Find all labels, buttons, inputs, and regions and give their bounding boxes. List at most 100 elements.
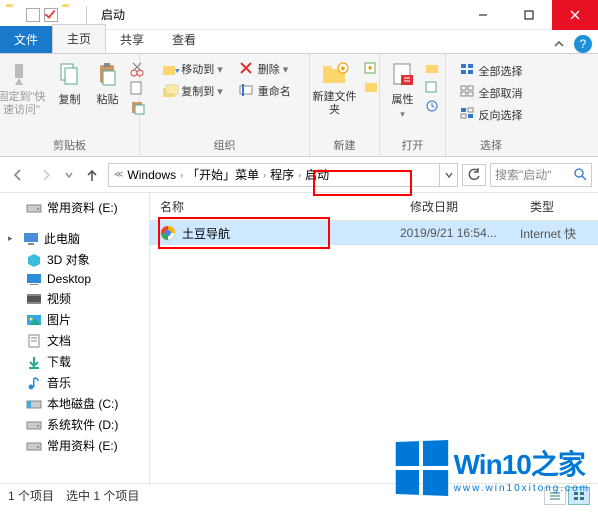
select-none-icon	[460, 85, 476, 101]
tree-item[interactable]: 文档	[0, 330, 149, 351]
select-group-label: 选择	[452, 135, 530, 156]
close-button[interactable]	[552, 0, 598, 30]
ribbon-tabs: 文件 主页 共享 查看 ?	[0, 30, 598, 54]
clipboard-group-label: 剪贴板	[6, 135, 133, 156]
tree-item[interactable]: 本地磁盘 (C:)	[0, 393, 149, 414]
move-to-button[interactable]: 移动到▾ 删除▾	[162, 61, 291, 77]
easy-access-icon[interactable]	[363, 80, 379, 96]
minimize-button[interactable]	[460, 0, 506, 30]
file-icon	[160, 225, 176, 241]
nav-up-button[interactable]	[80, 163, 104, 187]
breadcrumb-item[interactable]: Windows	[124, 168, 179, 182]
svg-text:✦: ✦	[366, 63, 374, 73]
tree-item[interactable]: 常用资料 (E:)	[0, 435, 149, 456]
move-to-icon	[162, 61, 178, 77]
tab-file[interactable]: 文件	[0, 26, 52, 53]
breadcrumb-item[interactable]: 启动	[302, 166, 332, 183]
new-group-label: 新建	[316, 135, 373, 156]
downloads-icon	[26, 355, 42, 369]
nav-recent-button[interactable]	[62, 163, 76, 187]
icons-view-button[interactable]	[568, 487, 590, 505]
search-icon	[574, 168, 587, 181]
tree-item[interactable]: 音乐	[0, 372, 149, 393]
tree-item[interactable]: 图片	[0, 309, 149, 330]
invert-selection-button[interactable]: 反向选择	[460, 107, 523, 123]
select-all-icon	[460, 63, 476, 79]
copy-to-button[interactable]: 复制到▾ 重命名	[162, 83, 291, 99]
sidebar-tree[interactable]: 常用资料 (E:) ▸ 此电脑 3D 对象 Desktop 视频 图片 文档	[0, 193, 150, 483]
drive-icon	[26, 418, 42, 432]
drive-icon	[26, 201, 42, 215]
music-icon	[26, 376, 42, 390]
tree-item[interactable]: 常用资料 (E:)	[0, 197, 149, 218]
tree-item[interactable]: 3D 对象	[0, 249, 149, 270]
status-bar: 1 个项目 选中 1 个项目	[0, 483, 598, 507]
tree-item-this-pc[interactable]: ▸ 此电脑	[0, 228, 149, 249]
quick-access-check-1[interactable]	[26, 8, 40, 22]
column-name[interactable]: 名称	[150, 198, 400, 215]
history-icon[interactable]	[424, 99, 440, 115]
pictures-icon	[26, 313, 42, 327]
copy-to-icon	[162, 83, 178, 99]
new-item-icon[interactable]: ✦	[363, 61, 379, 77]
pin-quick-access-button[interactable]: 固定到"快速访问"	[0, 57, 49, 118]
drive-c-icon	[26, 397, 42, 411]
pin-icon	[7, 59, 37, 89]
open-icon[interactable]	[424, 61, 440, 77]
quick-access-check-2[interactable]	[44, 8, 58, 22]
this-pc-icon	[23, 232, 39, 246]
copy-button[interactable]: 复制	[53, 57, 87, 109]
invert-selection-icon	[460, 107, 476, 123]
breadcrumb-item[interactable]: 「开始」菜单	[184, 166, 262, 183]
refresh-button[interactable]	[462, 164, 486, 186]
rename-icon	[239, 83, 255, 99]
desktop-icon	[26, 272, 42, 286]
edit-icon[interactable]	[424, 80, 440, 96]
tree-item[interactable]: Desktop	[0, 270, 149, 288]
tree-item[interactable]: 视频	[0, 288, 149, 309]
collapse-ribbon-button[interactable]	[552, 37, 568, 53]
search-placeholder: 搜索"启动"	[495, 166, 570, 183]
paste-icon	[93, 59, 123, 89]
maximize-button[interactable]	[506, 0, 552, 30]
tab-view[interactable]: 查看	[158, 26, 210, 53]
help-button[interactable]: ?	[574, 35, 592, 53]
properties-icon	[388, 59, 418, 89]
column-type[interactable]: 类型	[520, 198, 564, 215]
properties-button[interactable]: 属性 ▾	[386, 57, 420, 122]
documents-icon	[26, 334, 42, 348]
tree-item[interactable]: 系统软件 (D:)	[0, 414, 149, 435]
details-view-button[interactable]	[544, 487, 566, 505]
3d-objects-icon	[26, 253, 42, 267]
new-folder-button[interactable]: ★ 新建文件夹	[311, 57, 359, 118]
tree-item[interactable]: 下载	[0, 351, 149, 372]
status-item-count: 1 个项目	[8, 487, 54, 504]
nav-back-button[interactable]	[6, 163, 30, 187]
file-row[interactable]: 土豆导航 2019/9/21 16:54... Internet 快	[150, 221, 598, 245]
app-folder-icon	[6, 7, 22, 23]
breadcrumb-bar[interactable]: ≪ Windows › 「开始」菜单 › 程序 › 启动	[108, 163, 458, 187]
drive-icon	[26, 439, 42, 453]
paste-button[interactable]: 粘贴	[91, 57, 125, 109]
file-date: 2019/9/21 16:54...	[400, 226, 520, 240]
quick-access-folder-icon[interactable]	[62, 7, 78, 23]
new-folder-icon: ★	[320, 59, 350, 89]
column-headers[interactable]: 名称 修改日期 类型	[150, 193, 598, 221]
organize-group-label: 组织	[146, 135, 303, 156]
chevron-right-icon[interactable]: ▸	[8, 233, 18, 244]
breadcrumb-item[interactable]: 程序	[267, 166, 297, 183]
ribbon: 固定到"快速访问" 复制 粘贴 剪贴板	[0, 54, 598, 157]
file-list[interactable]: 名称 修改日期 类型 土豆导航 2019/9/21 16:54... Inter…	[150, 193, 598, 483]
select-all-button[interactable]: 全部选择	[460, 63, 523, 79]
nav-bar: ≪ Windows › 「开始」菜单 › 程序 › 启动 搜索"启动"	[0, 157, 598, 193]
tab-home[interactable]: 主页	[52, 24, 106, 53]
breadcrumb-dropdown-button[interactable]	[439, 164, 457, 186]
search-input[interactable]: 搜索"启动"	[490, 163, 592, 187]
select-none-button[interactable]: 全部取消	[460, 85, 523, 101]
tab-share[interactable]: 共享	[106, 26, 158, 53]
nav-forward-button[interactable]	[34, 163, 58, 187]
file-type: Internet 快	[520, 225, 576, 242]
column-date[interactable]: 修改日期	[400, 198, 520, 215]
separator-icon	[86, 6, 87, 24]
videos-icon	[26, 292, 42, 306]
